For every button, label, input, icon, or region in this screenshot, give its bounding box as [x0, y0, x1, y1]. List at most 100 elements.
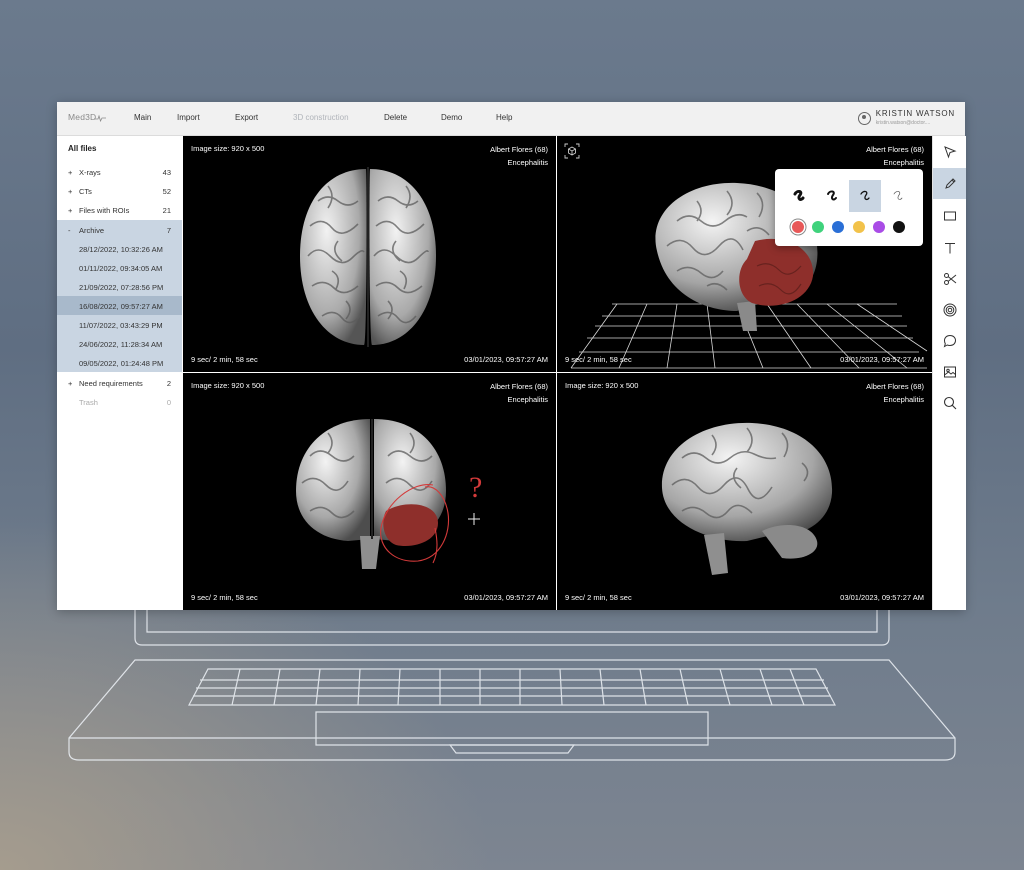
nav-import[interactable]: Import [177, 113, 200, 122]
duration-label: 9 sec/ 2 min, 58 sec [191, 355, 258, 364]
rectangle-icon [943, 211, 956, 220]
sidebar-item-count: 7 [166, 226, 171, 235]
patient-name: Albert Flores (68) [490, 145, 548, 154]
patient-name: Albert Flores (68) [490, 382, 548, 391]
sidebar-item-trash[interactable]: Trash 0 [57, 392, 182, 411]
image-icon [943, 366, 956, 377]
app-logo[interactable]: Med3D [68, 112, 106, 122]
medium-stroke-icon [827, 190, 837, 201]
collapse-icon: - [68, 226, 71, 235]
nav-3d-construction[interactable]: 3D construction [293, 113, 349, 122]
user-profile[interactable]: KRISTIN WATSON kristin.watson@doctor.... [857, 109, 955, 126]
scissors-icon [943, 272, 956, 285]
viewport-bottom-left[interactable]: Image size: 920 x 500 Albert Flores (68)… [183, 373, 556, 610]
sidebar-item-count: 43 [162, 168, 171, 177]
thin-stroke-icon [860, 190, 870, 201]
tool-search[interactable] [933, 387, 966, 418]
expand-icon: + [68, 168, 73, 177]
diagnosis: Encephalitis [507, 157, 548, 167]
nav-help[interactable]: Help [496, 113, 512, 122]
tool-bar [932, 136, 966, 610]
brain-top-view-image [300, 167, 436, 347]
color-swatch-blue[interactable] [832, 221, 844, 233]
timestamp-label: 03/01/2023, 09:57:27 AM [464, 355, 548, 364]
hairline-stroke-icon [893, 191, 903, 200]
sidebar-item-x-rays[interactable]: + X-rays 43 [57, 162, 182, 181]
image-size-label: Image size: 920 x 500 [565, 381, 639, 390]
color-swatch-green[interactable] [812, 221, 824, 233]
tool-image[interactable] [933, 356, 966, 387]
sidebar-item-archive[interactable]: - Archive 7 [57, 220, 182, 239]
stroke-option-medium[interactable] [816, 180, 848, 212]
patient-name: Albert Flores (68) [866, 382, 924, 391]
sidebar-item-count: 21 [162, 206, 171, 215]
tool-rectangle[interactable] [933, 200, 966, 231]
viewport-top-left[interactable]: Image size: 920 x 500 Albert Flores (68)… [183, 136, 556, 372]
sidebar-item-cts[interactable]: + CTs 52 [57, 181, 182, 200]
sidebar-item-count: 52 [162, 187, 171, 196]
question-mark-annotation: ? [469, 471, 483, 504]
brain-side-view-image [661, 422, 833, 575]
diagnosis: Encephalitis [507, 394, 548, 404]
text-icon [944, 242, 955, 253]
timestamp-label: 03/01/2023, 09:57:27 AM [464, 593, 548, 602]
image-size-label: Image size: 920 x 500 [191, 144, 265, 153]
nav-demo[interactable]: Demo [441, 113, 462, 122]
archive-item[interactable]: 21/09/2022, 07:28:56 PM [57, 277, 182, 296]
sidebar-item-label: Archive [79, 226, 105, 235]
top-bar: Med3D Main Import Export 3D construction… [57, 102, 965, 136]
image-size-label: Image size: 920 x 500 [191, 381, 265, 390]
nav-main[interactable]: Main [134, 113, 151, 122]
tool-scissors[interactable] [933, 263, 966, 294]
tool-select[interactable] [933, 136, 966, 167]
pulse-icon [94, 114, 106, 122]
archive-item-date: 09/05/2022, 01:24:48 PM [79, 359, 164, 368]
diagnosis: Encephalitis [883, 394, 924, 404]
color-swatch-purple[interactable] [873, 221, 885, 233]
color-swatch-yellow[interactable] [853, 221, 865, 233]
tool-text[interactable] [933, 232, 966, 263]
pencil-options-popover [775, 169, 923, 246]
expand-icon: + [68, 379, 73, 388]
stroke-option-hairline[interactable] [882, 180, 914, 212]
viewport-bottom-right[interactable]: Image size: 920 x 500 Albert Flores (68)… [557, 373, 932, 610]
pencil-icon [944, 177, 956, 189]
thick-stroke-icon [793, 190, 805, 201]
sidebar-item-count: 0 [166, 398, 171, 407]
file-sidebar: All files + X-rays 43 + CTs 52 + Files w… [57, 136, 182, 610]
archive-item[interactable]: 11/07/2022, 03:43:29 PM [57, 315, 182, 334]
user-avatar-icon [857, 112, 871, 125]
color-swatch-black[interactable] [893, 221, 905, 233]
duration-label: 9 sec/ 2 min, 58 sec [565, 593, 632, 602]
sidebar-item-label: Need requirements [79, 379, 143, 388]
tool-comment[interactable] [933, 325, 966, 356]
archive-item-date: 16/08/2022, 09:57:27 AM [79, 302, 163, 311]
user-email: kristin.watson@doctor.... [875, 120, 931, 126]
archive-item-date: 28/12/2022, 10:32:26 AM [79, 245, 163, 254]
tool-target[interactable] [933, 294, 966, 325]
tool-pencil[interactable] [933, 168, 966, 199]
nav-delete[interactable]: Delete [384, 113, 407, 122]
target-icon [943, 303, 956, 316]
patient-info: Albert Flores (68) Encephalitis [490, 381, 548, 406]
cursor-icon [943, 145, 957, 159]
archive-item-date: 11/07/2022, 03:43:29 PM [79, 321, 163, 330]
stroke-option-thin[interactable] [849, 180, 881, 212]
archive-item[interactable]: 01/11/2022, 09:34:05 AM [57, 258, 182, 277]
sidebar-item-label: X-rays [79, 168, 101, 177]
archive-item-date: 01/11/2022, 09:34:05 AM [79, 264, 163, 273]
duration-label: 9 sec/ 2 min, 58 sec [191, 593, 258, 602]
archive-item[interactable]: 24/06/2022, 11:28:34 AM [57, 334, 182, 353]
archive-item-selected[interactable]: 16/08/2022, 09:57:27 AM [57, 296, 182, 315]
sidebar-item-need-requirements[interactable]: + Need requirements 2 [57, 373, 182, 392]
archive-item[interactable]: 28/12/2022, 10:32:26 AM [57, 239, 182, 258]
stroke-option-thick[interactable] [783, 180, 815, 212]
color-swatch-red[interactable] [792, 221, 804, 233]
expand-icon: + [68, 187, 73, 196]
archive-item[interactable]: 09/05/2022, 01:24:48 PM [57, 353, 182, 372]
expand-icon: + [68, 206, 73, 215]
nav-export[interactable]: Export [235, 113, 258, 122]
sidebar-item-label: Files with ROIs [79, 206, 130, 215]
sidebar-item-files-with-rois[interactable]: + Files with ROIs 21 [57, 200, 182, 219]
comment-icon [943, 334, 956, 348]
